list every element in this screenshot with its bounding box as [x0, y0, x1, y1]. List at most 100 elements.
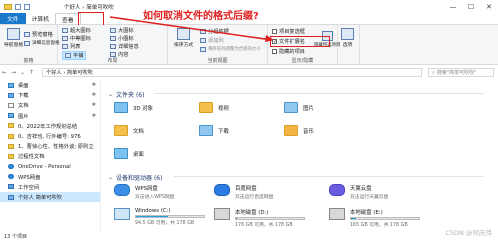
device-name: 本地磁盘 (D:) [235, 210, 269, 216]
fit-columns-icon [200, 46, 206, 52]
content-area: 文件夹 (6) 3D 对象 视频 图片 文档 下载 音乐 桌面 设备和驱动器 (… [104, 80, 498, 230]
local-disk-e-icon [329, 208, 345, 220]
folder-label: 3D 对象 [133, 105, 154, 112]
medium-icons-icon [62, 36, 68, 41]
tab-computer[interactable]: 计算机 [26, 13, 55, 24]
xl-icons-icon [62, 28, 68, 33]
sidebar-item-downloads[interactable]: 下载 ✱ [0, 90, 100, 100]
ribbon: 导航窗格 预览窗格 详细信息窗格 窗格 超大图标 大图标 中等图标 小图标 列表… [0, 25, 498, 65]
sidebar-item-this-pc[interactable]: 个好人 简单可吹吹 [0, 192, 100, 203]
sidebar-item-folder[interactable]: 0、吉祥也, 行外编号: 976 [0, 131, 100, 141]
fit-columns-button[interactable]: 将所有列调整为合适的大小 [200, 46, 261, 52]
file-extensions-highlight [270, 36, 330, 47]
add-columns-label: 添加列 [208, 38, 224, 44]
folder-downloads[interactable]: 下载 [199, 125, 229, 136]
folder-pictures[interactable]: 图片 [284, 102, 314, 113]
sidebar-item-onedrive[interactable]: OneDrive - Personal [0, 162, 100, 172]
checkbox-icon [272, 29, 277, 34]
details-icon [110, 44, 116, 49]
layout-large-icons[interactable]: 大图标 [110, 27, 134, 34]
maximize-button[interactable]: ☐ [462, 0, 480, 13]
back-arrow-icon[interactable]: ← [0, 68, 9, 77]
device-local-d[interactable]: 本地磁盘 (D:) 176 GB 可用，共 178 GB [214, 208, 305, 228]
device-subtitle: 94.5 GB 可用，共 178 GB [135, 221, 195, 226]
layout-group: 超大图标 大图标 中等图标 小图标 列表 详细信息 平铺 内容 布局 [58, 25, 168, 65]
wps-cloud-icon [8, 174, 14, 180]
close-button[interactable]: ✕ [480, 0, 498, 13]
options-button[interactable]: 选项 [341, 28, 354, 48]
item-count: 13 个项目 [4, 233, 27, 240]
sidebar-item-pictures[interactable]: 图片 ✱ [0, 111, 100, 121]
preview-pane-icon [24, 32, 30, 37]
sidebar-item-folder[interactable]: 过程性文档 [0, 151, 100, 161]
hidden-items-toggle[interactable]: 隐藏的项目 [272, 48, 305, 55]
sort-by-button[interactable]: 排序方式 [174, 28, 193, 48]
undo-icon[interactable] [24, 3, 30, 10]
add-columns-button[interactable]: 添加列 [200, 37, 224, 44]
folder-label: 桌面 [133, 151, 144, 158]
status-bar: 13 个项目 [0, 231, 498, 241]
folder-icon [8, 123, 14, 129]
device-windows-c[interactable]: Windows (C:) 94.5 GB 可用，共 178 GB [114, 208, 205, 226]
folders-section-header[interactable]: 文件夹 (6) [108, 90, 144, 99]
device-wps[interactable]: WPS网盘 双击进入WPS网盘 [114, 184, 174, 200]
folder-documents[interactable]: 文档 [114, 125, 144, 136]
folder-videos[interactable]: 视频 [199, 102, 229, 113]
folder-3d-objects[interactable]: 3D 对象 [114, 102, 153, 113]
documents-folder-icon [114, 125, 128, 136]
local-disk-d-icon [214, 208, 230, 220]
device-name: Windows (C:) [135, 208, 171, 214]
nav-pane-button[interactable]: 导航窗格 [4, 28, 23, 48]
folder-music[interactable]: 音乐 [284, 125, 314, 136]
downloads-folder-icon [199, 125, 213, 136]
desktop-icon [8, 82, 14, 88]
layout-label: 中等图标 [70, 36, 91, 42]
device-tianyi[interactable]: 天翼云盘 双击运行天翼云盘 [329, 184, 388, 200]
item-checkboxes-toggle[interactable]: 项目复选框 [272, 28, 305, 35]
minimize-button[interactable]: — [444, 0, 462, 13]
current-view-group-label: 当前视图 [207, 58, 228, 64]
layout-list[interactable]: 列表 [62, 43, 80, 50]
sidebar-item-label: 0、吉祥也, 行外编号: 976 [18, 134, 81, 141]
device-subtitle: 双击运行天翼云盘 [350, 195, 389, 200]
recent-chevron-icon[interactable]: ⌄ [18, 68, 27, 77]
details-pane-label: 详细信息窗格 [32, 41, 60, 46]
options-label: 选项 [342, 43, 353, 48]
device-local-e[interactable]: 本地磁盘 (E:) 165 GB 可用，共 178 GB [329, 208, 420, 228]
folder-desktop[interactable]: 桌面 [114, 148, 144, 159]
sidebar-item-folder[interactable]: 1、曹徐心性、性格外谈; 原则立 [0, 141, 100, 151]
folder-label: 图片 [303, 105, 314, 112]
up-arrow-icon[interactable]: ↑ [27, 68, 36, 77]
layout-details[interactable]: 详细信息 [110, 43, 139, 50]
onedrive-icon [8, 164, 14, 170]
tab-file[interactable]: 文件 [0, 13, 26, 24]
group-by-button[interactable]: 分组依据 [200, 28, 229, 35]
folder-icon [8, 143, 14, 149]
navigation-pane: 桌面 ✱ 下载 ✱ 文档 ✱ 图片 ✱ 0、2022年工作规划总结 0、吉祥也, 行外编… [0, 80, 101, 230]
group-by-label: 分组依据 [208, 29, 229, 35]
sidebar-item-label: 个好人 简单可吹吹 [18, 195, 63, 202]
folder-icon [4, 3, 12, 10]
sidebar-item-label: WPS网盘 [18, 174, 41, 181]
details-pane-button[interactable]: 详细信息窗格 [24, 40, 60, 46]
preview-pane-button[interactable]: 预览窗格 [24, 31, 53, 38]
tab-view[interactable]: 查看 [55, 13, 81, 24]
search-input[interactable]: ⌕ 搜索"简单可吹吹" [428, 68, 494, 77]
sidebar-item-documents[interactable]: 文档 ✱ [0, 100, 100, 110]
quick-access-icon[interactable] [15, 3, 21, 10]
layout-small-icons[interactable]: 小图标 [110, 35, 134, 42]
sidebar-item-workspace[interactable]: 工作空间 [0, 182, 100, 192]
forward-arrow-icon[interactable]: → [9, 68, 18, 77]
device-baidu[interactable]: 百度网盘 双击运行百度网盘 [214, 184, 273, 200]
sidebar-item-wps-cloud[interactable]: WPS网盘 [0, 172, 100, 182]
sidebar-item-folder[interactable]: 0、2022年工作规划总结 [0, 121, 100, 131]
add-columns-icon [200, 38, 206, 43]
layout-medium-icons[interactable]: 中等图标 [62, 35, 91, 42]
sidebar-item-label: 1、曹徐心性、性格外谈; 原则立 [18, 144, 94, 151]
sidebar-item-desktop[interactable]: 桌面 ✱ [0, 80, 100, 90]
devices-section-header[interactable]: 设备和驱动器 (6) [108, 173, 162, 182]
layout-label: 小图标 [118, 36, 134, 42]
address-bar[interactable]: 个好人 › 简单可吹吹 [42, 68, 422, 77]
layout-xl-icons[interactable]: 超大图标 [62, 27, 91, 34]
baidu-drive-icon [214, 184, 230, 196]
